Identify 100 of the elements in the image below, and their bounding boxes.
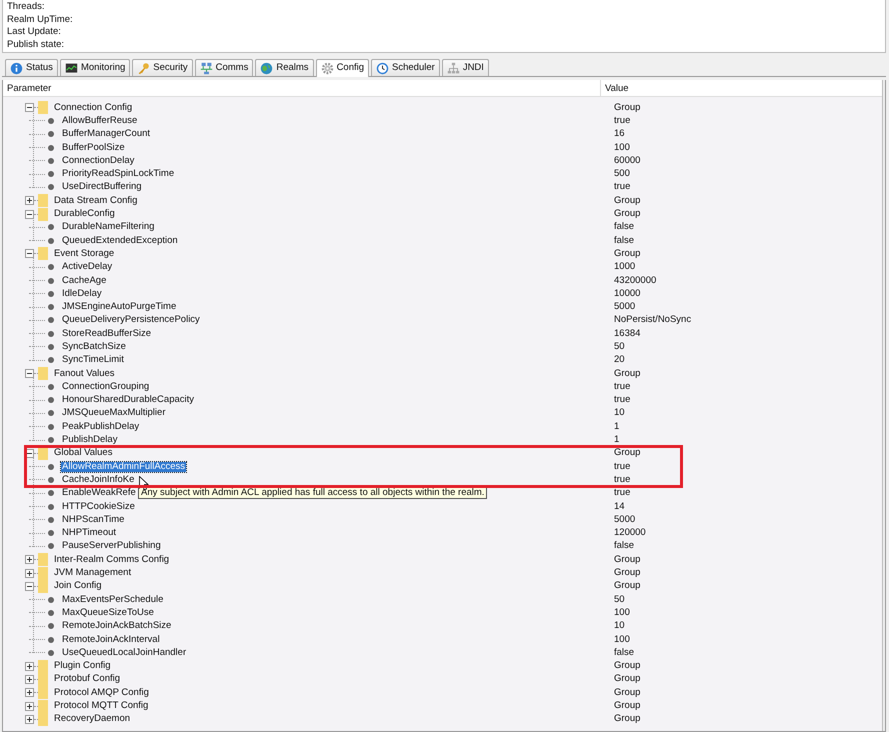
expand-icon[interactable] [25, 196, 34, 206]
parameter-name[interactable]: ActiveDelay [61, 262, 114, 272]
leaf-bullet-icon [48, 357, 54, 364]
folder-icon [38, 712, 48, 726]
parameter-name[interactable]: PublishDelay [61, 435, 118, 446]
group-name[interactable]: Inter-Realm Comms Config [53, 554, 170, 565]
parameter-name[interactable]: CacheJoinInfoKe [61, 474, 136, 485]
parameter-value: 10 [613, 408, 625, 418]
parameter-value: Group [613, 714, 640, 724]
column-header[interactable]: Parameter [3, 80, 601, 96]
expand-icon[interactable] [25, 568, 34, 578]
parameter-name[interactable]: QueueDeliveryPersistencePolicy [61, 315, 201, 326]
collapse-icon[interactable] [25, 582, 34, 591]
collapse-icon[interactable] [25, 369, 34, 378]
parameter-value: true [613, 474, 630, 485]
parameter-name[interactable]: SyncBatchSize [61, 342, 127, 352]
group-name[interactable]: RecoveryDaemon [53, 714, 132, 724]
parameter-value: Group [613, 568, 640, 578]
parameter-name[interactable]: NHPTimeout [61, 528, 118, 538]
parameter-name[interactable]: JMSQueueMaxMultiplier [61, 408, 166, 418]
group-name[interactable]: Connection Config [53, 102, 134, 113]
parameter-name[interactable]: RemoteJoinAckInterval [61, 634, 161, 645]
group-name[interactable]: Event Storage [53, 248, 116, 259]
group-name[interactable]: Global Values [53, 448, 114, 458]
expand-icon[interactable] [25, 688, 34, 698]
parameter-name[interactable]: EnableWeakRefe [61, 488, 137, 498]
tab[interactable]: Config [316, 59, 370, 77]
parameter-name[interactable]: CacheAge [61, 276, 108, 286]
parameter-value: true [613, 116, 630, 126]
tab[interactable]: Scheduler [371, 59, 440, 76]
column-header[interactable]: Value [601, 80, 629, 96]
parameter-name[interactable]: JMSEngineAutoPurgeTime [61, 302, 178, 312]
gear-icon [320, 62, 334, 75]
parameter-value: 5000 [613, 302, 636, 312]
group-name[interactable]: Protocol MQTT Config [53, 701, 150, 711]
parameter-name[interactable]: UseDirectBuffering [61, 182, 143, 192]
parameter-name[interactable]: AllowRealmAdminFullAccess [61, 462, 186, 472]
parameter-name[interactable]: SyncTimeLimit [61, 355, 125, 366]
folder-icon [38, 660, 48, 673]
parameter-value: 20 [613, 355, 625, 366]
group-name[interactable]: Data Stream Config [53, 196, 138, 206]
parameter-value: true [613, 395, 630, 406]
group-name[interactable]: Plugin Config [53, 661, 112, 672]
parameter-value: true [613, 382, 630, 392]
folder-icon [38, 247, 48, 260]
parameter-name[interactable]: HTTPCookieSize [61, 502, 136, 512]
expand-icon[interactable] [25, 555, 34, 564]
parameter-name[interactable]: BufferManagerCount [61, 129, 152, 140]
parameter-value: 10000 [613, 288, 640, 299]
hierarchy-icon [446, 62, 460, 74]
parameter-value: Group [613, 196, 640, 206]
tab[interactable]: JNDI [442, 59, 489, 76]
tab[interactable]: Monitoring [60, 59, 130, 76]
parameter-name[interactable]: MaxEventsPerSchedule [61, 594, 164, 605]
folder-icon [38, 553, 48, 566]
parameter-name[interactable]: QueuedExtendedException [61, 236, 179, 246]
leaf-bullet-icon [48, 264, 54, 270]
leaf-bullet-icon [48, 118, 54, 124]
parameter-name[interactable]: PriorityReadSpinLockTime [61, 169, 176, 180]
leaf-bullet-icon [48, 530, 54, 536]
group-name[interactable]: JVM Management [53, 568, 132, 578]
collapse-icon[interactable] [25, 210, 34, 219]
parameter-name[interactable]: UseQueuedLocalJoinHandler [61, 648, 188, 658]
tab[interactable]: Realms [255, 59, 314, 76]
tab[interactable]: Status [5, 59, 58, 76]
parameter-name[interactable]: StoreReadBufferSize [61, 328, 152, 339]
parameter-name[interactable]: PauseServerPublishing [61, 541, 162, 552]
parameter-value: 100 [613, 142, 630, 153]
expand-icon[interactable] [25, 714, 34, 724]
expand-icon[interactable] [25, 702, 34, 710]
group-name[interactable]: Join Config [53, 581, 103, 592]
parameter-name[interactable]: MaxQueueSizeToUse [61, 608, 155, 618]
parameter-value: false [613, 541, 634, 552]
parameter-name[interactable]: BufferPoolSize [61, 142, 126, 153]
group-name[interactable]: Protobuf Config [53, 674, 122, 684]
expand-icon[interactable] [25, 674, 34, 684]
parameter-name[interactable]: PeakPublishDelay [61, 422, 140, 432]
parameter-name[interactable]: ConnectionGrouping [61, 382, 150, 392]
parameter-name[interactable]: HonourSharedDurableCapacity [61, 395, 196, 406]
leaf-bullet-icon [48, 623, 54, 630]
leaf-bullet-icon [48, 131, 54, 138]
parameter-name[interactable]: NHPScanTime [61, 514, 126, 525]
collapse-icon[interactable] [25, 249, 34, 258]
parameter-value: Group [613, 209, 640, 220]
parameter-name[interactable]: DurableNameFiltering [61, 222, 156, 232]
group-name[interactable]: Protocol AMQP Config [53, 688, 150, 698]
parameter-name[interactable]: AllowBufferReuse [61, 116, 138, 126]
parameter-name[interactable]: ConnectionDelay [61, 156, 136, 166]
parameter-name[interactable]: RemoteJoinAckBatchSize [61, 621, 172, 632]
parameter-value: Group [613, 448, 640, 458]
tab[interactable]: Security [132, 59, 193, 76]
collapse-icon[interactable] [25, 103, 34, 112]
leaf-bullet-icon [48, 158, 54, 164]
leaf-bullet-icon [48, 504, 54, 510]
parameter-name[interactable]: IdleDelay [61, 288, 103, 299]
group-name[interactable]: DurableConfig [53, 209, 116, 220]
leaf-bullet-icon [48, 650, 54, 656]
tab[interactable]: Comms [194, 59, 254, 76]
group-name[interactable]: Fanout Values [53, 368, 116, 379]
expand-icon[interactable] [25, 662, 34, 671]
